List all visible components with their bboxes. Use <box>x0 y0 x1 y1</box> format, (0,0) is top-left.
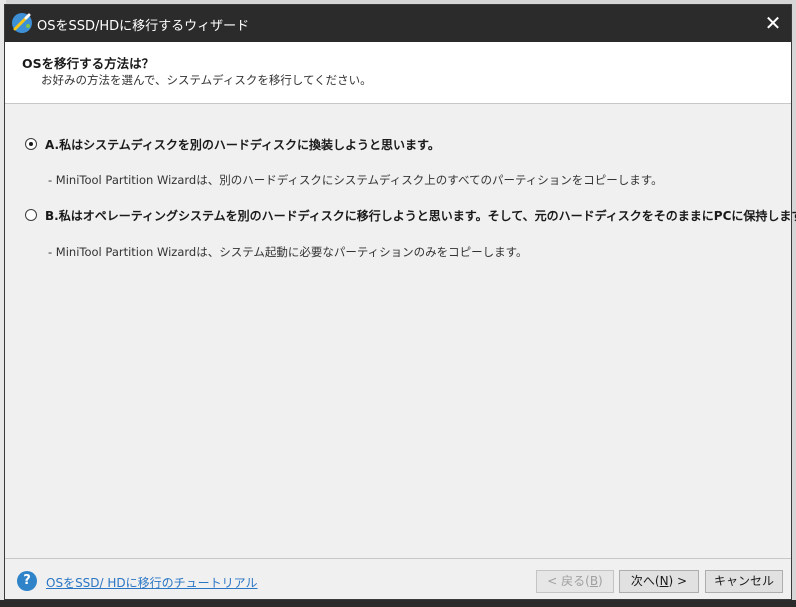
migrate-os-wizard-dialog: OSをSSD/HDに移行するウィザード ✕ OSを移行する方法は？ お好みの方法… <box>4 4 796 600</box>
next-button-text: 次へ(N) > <box>630 574 688 588</box>
close-button[interactable]: ✕ <box>759 9 787 37</box>
back-button-text: < 戻る(B) <box>547 574 603 588</box>
page-title: OSを移行する方法は？ <box>22 56 155 71</box>
window-title: OSをSSD/HDに移行するウィザード <box>37 19 250 34</box>
option-b-label[interactable]: B.私はオペレーティングシステムを別のハードディスクに移行しようと思います。そし… <box>45 207 796 224</box>
title-bar[interactable]: OSをSSD/HDに移行するウィザード ✕ <box>5 5 791 42</box>
radio-selected-icon[interactable] <box>25 138 37 150</box>
tutorial-link[interactable]: OSをSSD/ HDに移行のチュートリアル <box>46 574 258 591</box>
page-subtitle: お好みの方法を選んで、システムディスクを移行してください。 <box>41 73 372 87</box>
option-a-description: - MiniTool Partition Wizardは、別のハードディスクにシ… <box>48 173 663 187</box>
option-b-description: - MiniTool Partition Wizardは、システム起動に必要なパ… <box>48 245 528 259</box>
wand-icon <box>11 12 33 34</box>
close-icon[interactable]: ✕ <box>765 11 782 35</box>
footer-divider <box>5 558 791 559</box>
wizard-header: OSを移行する方法は？ お好みの方法を選んで、システムディスクを移行してください… <box>5 42 791 104</box>
cancel-button[interactable]: キャンセル <box>705 570 783 593</box>
help-icon[interactable]: ? <box>17 571 37 591</box>
next-button[interactable]: 次へ(N) > <box>619 570 699 593</box>
radio-unselected-icon[interactable] <box>25 209 37 221</box>
background-taskbar-edge <box>0 600 796 607</box>
back-button[interactable]: < 戻る(B) <box>536 570 614 593</box>
option-a-label[interactable]: A.私はシステムディスクを別のハードディスクに換装しようと思います。 <box>45 136 440 153</box>
